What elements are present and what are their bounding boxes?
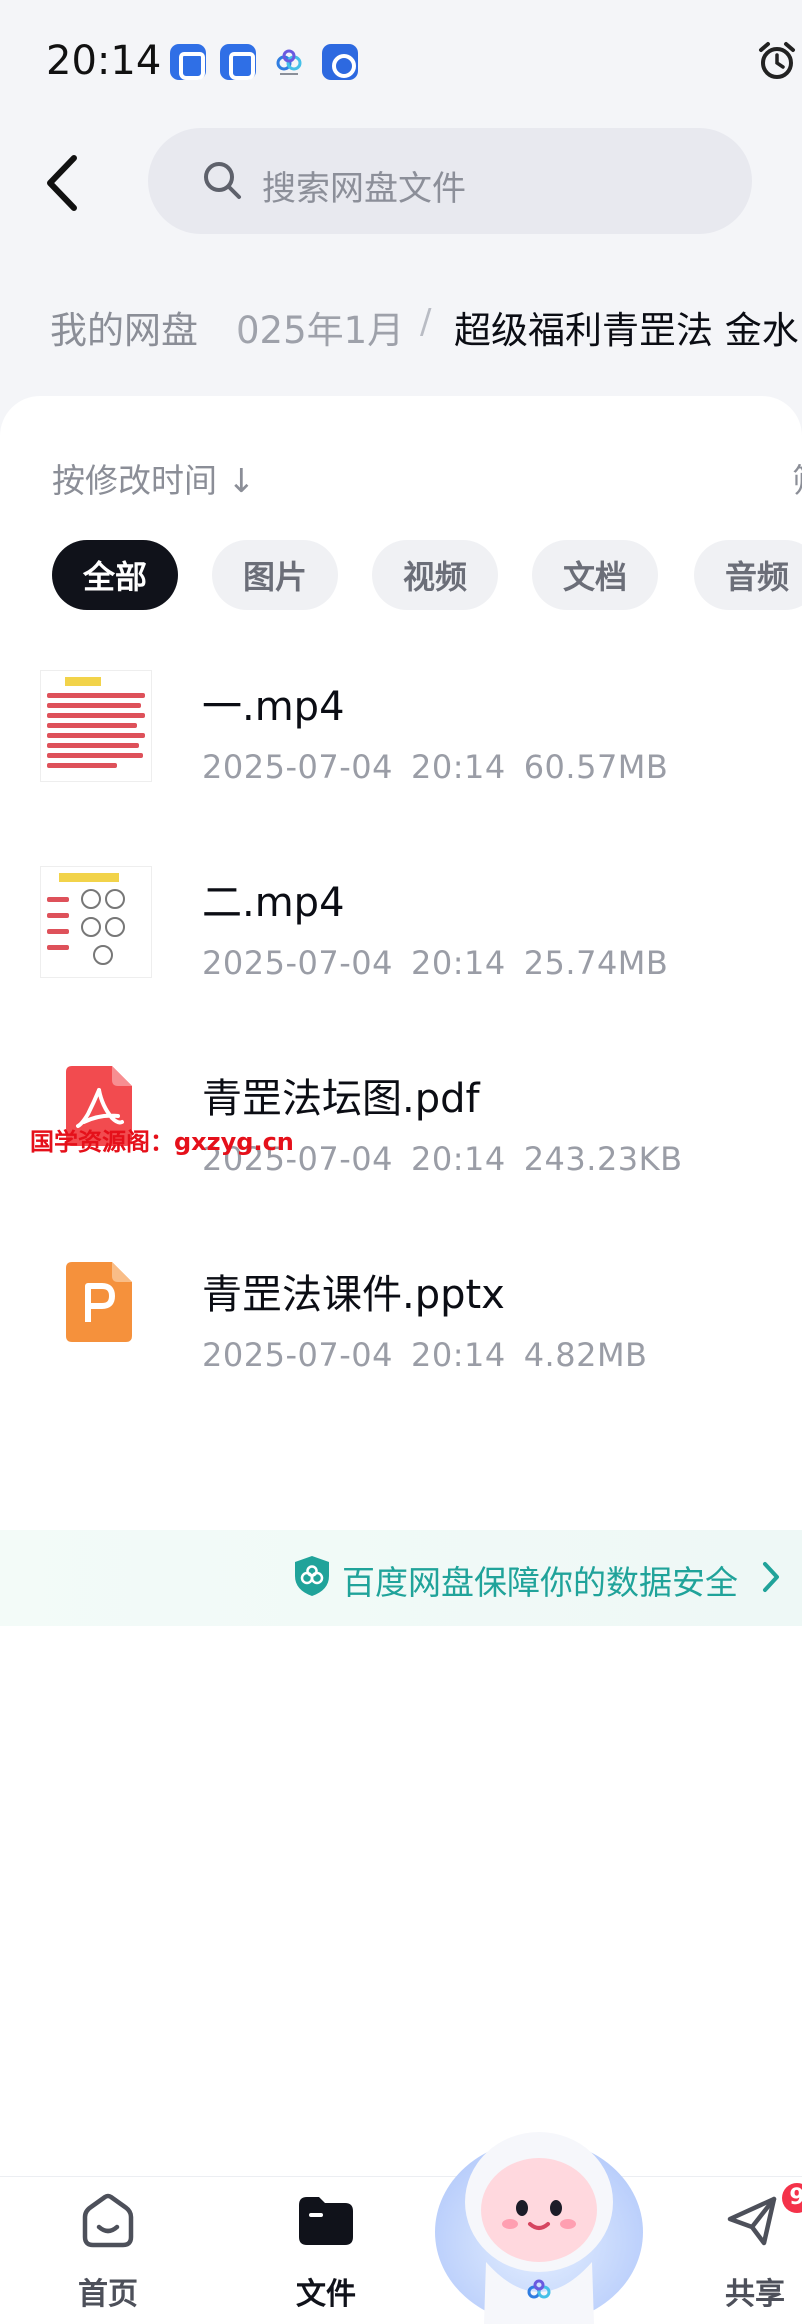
nav-files[interactable]: 文件 [256,2177,386,2324]
search-icon [204,162,241,199]
sort-button[interactable]: 按修改时间 ↓ [52,454,255,502]
file-time: 20:14 [410,1140,506,1178]
video-thumbnail [40,866,152,978]
breadcrumb-item-current: 超级福利青罡法 金水 [454,309,799,352]
send-icon [727,2196,777,2246]
folder-icon [299,2197,353,2245]
ppt-icon [66,1262,132,1342]
notification-badge: 9 [782,2183,802,2213]
file-meta: 2025-07-04 20:14 60.57MB [202,748,686,786]
app-notification-icon [322,44,358,80]
file-date: 2025-07-04 [202,1336,393,1374]
tab-videos[interactable]: 视频 [372,540,498,610]
file-meta: 2025-07-04 20:14 25.74MB [202,944,686,982]
alarm-icon [759,42,795,79]
back-arrow-icon[interactable] [40,150,86,216]
tab-all[interactable]: 全部 [52,540,178,610]
baidu-netdisk-icon [276,49,302,75]
file-time: 20:14 [410,748,506,786]
chevron-right-icon [763,1562,779,1592]
file-meta: 2025-07-04 20:14 4.82MB [202,1336,666,1374]
search-input[interactable]: 搜索网盘文件 [148,128,752,234]
shield-icon [295,1556,329,1596]
file-name: 一.mp4 [202,684,345,730]
file-date: 2025-07-04 [202,944,393,982]
search-placeholder: 搜索网盘文件 [262,169,466,209]
video-thumbnail [40,670,152,782]
filter-tabs: 全部 图片 视频 文档 音频 [0,540,802,612]
watermark-text: 国学资源阁：gxzyg.cn [30,1128,294,1156]
breadcrumb-item-root[interactable]: 我的网盘 [50,300,198,354]
breadcrumb: 025年1月 我的网盘 / 超级福利青罡法 金水 [0,292,802,358]
app-notification-icon [170,44,206,80]
status-time: 20:14 [46,38,162,84]
file-time: 20:14 [410,944,506,982]
file-list-item[interactable]: 一.mp4 2025-07-04 20:14 60.57MB [0,644,802,804]
file-size: 243.23KB [523,1140,683,1178]
file-list-item[interactable]: 二.mp4 2025-07-04 20:14 25.74MB [0,840,802,1000]
tab-audio[interactable]: 音频 [694,540,802,610]
breadcrumb-fade [196,292,246,358]
file-size: 25.74MB [523,944,669,982]
file-list-item[interactable]: 青罡法课件.pptx 2025-07-04 20:14 4.82MB [0,1232,802,1392]
breadcrumb-separator: / [420,302,432,342]
home-icon [82,2193,134,2248]
file-time: 20:14 [410,1336,506,1374]
tab-images[interactable]: 图片 [212,540,338,610]
filter-button[interactable]: 筛 [792,454,802,502]
file-name: 青罡法坛图.pdf [202,1076,480,1122]
file-name: 二.mp4 [202,880,345,926]
data-safety-banner[interactable]: 百度网盘保障你的数据安全 [0,1530,802,1626]
bottom-nav: 首页 文件 9 共享 [0,2176,802,2324]
nav-share-label: 共享 [725,2277,785,2312]
file-size: 60.57MB [523,748,669,786]
data-safety-text: 百度网盘保障你的数据安全 [342,1563,738,1602]
assistant-mascot-icon[interactable] [434,2112,644,2324]
breadcrumb-item-year[interactable]: 025年1月 [236,300,404,354]
file-name: 青罡法课件.pptx [202,1272,505,1318]
file-list-panel: 按修改时间 ↓ 筛 全部 图片 视频 文档 音频 一.mp4 2025-07-0… [0,396,802,2324]
file-list-item[interactable]: 青罡法坛图.pdf 2025-07-04 20:14 243.23KB [0,1036,802,1196]
nav-files-label: 文件 [296,2277,356,2312]
nav-home-label: 首页 [78,2277,138,2312]
app-notification-icon [220,44,256,80]
nav-share[interactable]: 9 共享 [690,2177,802,2324]
file-date: 2025-07-04 [202,748,393,786]
tab-documents[interactable]: 文档 [532,540,658,610]
status-bar: 20:14 [0,0,802,120]
file-size: 4.82MB [523,1336,648,1374]
nav-home[interactable]: 首页 [38,2177,168,2324]
